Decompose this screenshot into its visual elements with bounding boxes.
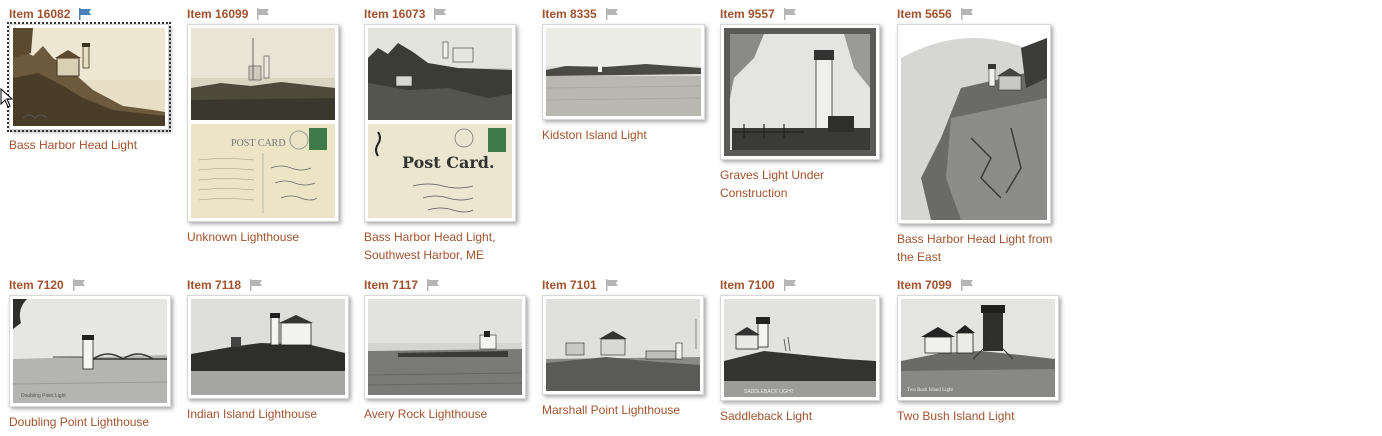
item-grid: Item 16082 Bass Harbor Head Light Item 1… bbox=[0, 0, 1382, 436]
item-header: Item 7100 bbox=[720, 278, 890, 292]
bridge-lighthouse-photo: Doubling Point Light bbox=[13, 299, 167, 403]
item-header: Item 5656 bbox=[897, 7, 1067, 21]
item-title-link[interactable]: Saddleback Light bbox=[720, 407, 885, 425]
item-thumbnail[interactable] bbox=[7, 22, 171, 132]
svg-text:Doubling Point Light: Doubling Point Light bbox=[21, 393, 66, 399]
flag-gray-icon[interactable] bbox=[783, 8, 797, 20]
flag-gray-icon[interactable] bbox=[256, 8, 270, 20]
grid-item: Item 7118 Indian Island Lighthouse bbox=[187, 278, 357, 423]
item-id: Item 7120 bbox=[9, 278, 64, 292]
flag-gray-icon[interactable] bbox=[426, 279, 440, 291]
item-title-link[interactable]: Avery Rock Lighthouse bbox=[364, 405, 529, 423]
item-id: Item 7117 bbox=[364, 278, 419, 292]
island-photo bbox=[546, 28, 701, 116]
svg-text:Post Card.: Post Card. bbox=[402, 153, 495, 172]
item-header: Item 9557 bbox=[720, 7, 890, 21]
item-id: Item 8335 bbox=[542, 7, 597, 21]
item-title-link[interactable]: Unknown Lighthouse bbox=[187, 228, 352, 246]
item-title-link[interactable]: Indian Island Lighthouse bbox=[187, 405, 352, 423]
grid-item: Item 7101 Marshall Point Lighthouse bbox=[542, 278, 712, 419]
item-title-link[interactable]: Doubling Point Lighthouse bbox=[9, 413, 174, 431]
item-thumbnail[interactable] bbox=[542, 295, 704, 395]
item-header: Item 7120 bbox=[9, 278, 179, 292]
item-id: Item 7118 bbox=[187, 278, 242, 292]
item-thumbnail[interactable]: Post Card. bbox=[364, 24, 516, 222]
svg-text:SADDLEBACK LIGHT: SADDLEBACK LIGHT bbox=[744, 389, 794, 395]
item-thumbnail[interactable] bbox=[542, 24, 705, 120]
item-id: Item 16099 bbox=[187, 7, 249, 21]
item-thumbnail[interactable] bbox=[187, 295, 349, 399]
item-header: Item 7101 bbox=[542, 278, 712, 292]
item-header: Item 16082 bbox=[9, 7, 179, 21]
grid-item: Item 8335 Kidston Island Light bbox=[542, 7, 712, 144]
island-lighthouse-photo bbox=[191, 299, 345, 395]
item-thumbnail[interactable] bbox=[897, 24, 1051, 224]
item-thumbnail[interactable]: Doubling Point Light bbox=[9, 295, 171, 407]
item-header: Item 16073 bbox=[364, 7, 534, 21]
item-header: Item 7117 bbox=[364, 278, 534, 292]
svg-text:POST CARD: POST CARD bbox=[231, 138, 286, 149]
item-header: Item 8335 bbox=[542, 7, 712, 21]
item-thumbnail[interactable]: Two Bush Island Light bbox=[897, 295, 1059, 401]
item-thumbnail[interactable] bbox=[364, 295, 526, 399]
item-id: Item 16073 bbox=[364, 7, 426, 21]
grid-item: Item 16082 Bass Harbor Head Light bbox=[7, 7, 179, 154]
cliff-lighthouse-photo bbox=[901, 28, 1047, 220]
item-thumbnail[interactable] bbox=[720, 24, 880, 160]
item-header: Item 16099 bbox=[187, 7, 357, 21]
flag-gray-icon[interactable] bbox=[605, 279, 619, 291]
grid-item: Item 5656 Bass Harbor Head Light from th… bbox=[897, 7, 1067, 266]
item-thumbnail[interactable]: SADDLEBACK LIGHT bbox=[720, 295, 880, 401]
item-id: Item 16082 bbox=[9, 7, 71, 21]
item-id: Item 7100 bbox=[720, 278, 775, 292]
item-header: Item 7099 bbox=[897, 278, 1067, 292]
grid-item: Item 7117 Avery Rock Lighthouse bbox=[364, 278, 534, 423]
grid-item: Item 7120 Doubling Point Light Doubling … bbox=[9, 278, 179, 431]
item-id: Item 7101 bbox=[542, 278, 597, 292]
grid-item: Item 9557 Graves Light Under Constructio… bbox=[720, 7, 890, 202]
flag-gray-icon[interactable] bbox=[783, 279, 797, 291]
flag-gray-icon[interactable] bbox=[249, 279, 263, 291]
item-title-link[interactable]: Bass Harbor Head Light, Southwest Harbor… bbox=[364, 228, 529, 264]
construction-photo bbox=[724, 28, 876, 156]
two-bush-island-photo: Two Bush Island Light bbox=[901, 299, 1055, 397]
item-title-link[interactable]: Bass Harbor Head Light bbox=[9, 136, 174, 154]
grid-item: Item 16073 Post Card. Bass Harbor Head L… bbox=[364, 7, 534, 264]
item-title-link[interactable]: Bass Harbor Head Light from the East bbox=[897, 230, 1062, 266]
flag-blue-icon[interactable] bbox=[78, 8, 92, 20]
flag-gray-icon[interactable] bbox=[433, 8, 447, 20]
item-header: Item 7118 bbox=[187, 278, 357, 292]
flag-gray-icon[interactable] bbox=[72, 279, 86, 291]
grid-item: Item 7099 Two Bush Island Light Two Bush… bbox=[897, 278, 1067, 425]
flag-gray-icon[interactable] bbox=[605, 8, 619, 20]
item-id: Item 7099 bbox=[897, 278, 952, 292]
grid-item: Item 16099 POST CARD Unknown Lighthouse bbox=[187, 7, 357, 246]
flag-gray-icon[interactable] bbox=[960, 279, 974, 291]
item-title-link[interactable]: Two Bush Island Light bbox=[897, 407, 1062, 425]
svg-text:Two Bush Island Light: Two Bush Island Light bbox=[907, 388, 954, 393]
grid-item: Item 7100 SADDLEBACK LIGHT Saddleback Li… bbox=[720, 278, 890, 425]
item-id: Item 5656 bbox=[897, 7, 952, 21]
marshall-point-photo bbox=[546, 299, 700, 391]
sepia-lighthouse-photo bbox=[13, 28, 165, 126]
item-id: Item 9557 bbox=[720, 7, 775, 21]
saddleback-photo: SADDLEBACK LIGHT bbox=[724, 299, 876, 397]
item-title-link[interactable]: Graves Light Under Construction bbox=[720, 166, 885, 202]
postcard-front-back-photo: Post Card. bbox=[368, 28, 512, 218]
postcard-front-back-photo: POST CARD bbox=[191, 28, 335, 218]
item-thumbnail[interactable]: POST CARD bbox=[187, 24, 339, 222]
rock-lighthouse-photo bbox=[368, 299, 522, 395]
item-title-link[interactable]: Marshall Point Lighthouse bbox=[542, 401, 707, 419]
item-title-link[interactable]: Kidston Island Light bbox=[542, 126, 707, 144]
mouse-cursor-icon bbox=[0, 88, 14, 108]
flag-gray-icon[interactable] bbox=[960, 8, 974, 20]
